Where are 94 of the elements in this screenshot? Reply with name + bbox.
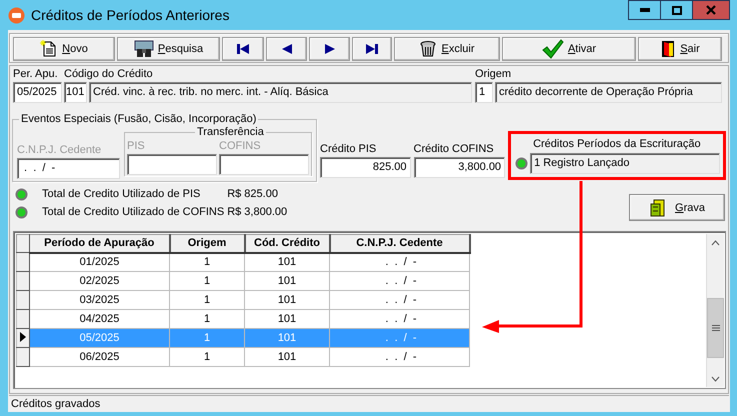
table-row[interactable]: 06/2025 1 101 . . / - [16, 348, 470, 366]
maximize-button[interactable] [660, 0, 693, 20]
row-indicator [16, 348, 30, 366]
status-light-icon [15, 206, 28, 219]
minimize-icon [640, 8, 650, 12]
first-record-icon [236, 42, 250, 56]
current-row-icon [20, 332, 26, 342]
window-title: Créditos de Períodos Anteriores [31, 7, 230, 23]
credit-cofins-field[interactable]: 3,800.00 [414, 157, 506, 178]
scroll-up-icon [711, 240, 720, 246]
credit-code-field[interactable]: 101 [64, 82, 87, 103]
table-cell: 1 [170, 252, 244, 272]
last-button[interactable] [352, 37, 392, 61]
binoculars-icon [134, 40, 154, 58]
save-button[interactable]: Grava [629, 194, 725, 221]
close-icon [706, 5, 716, 15]
field-label: Per. Apu. [13, 68, 59, 81]
row-indicator [16, 290, 30, 310]
previous-record-icon [280, 43, 292, 55]
app-logo-icon [8, 6, 25, 24]
filing-cabinet-icon [649, 198, 668, 216]
scroll-down-icon [711, 376, 720, 382]
total-label: Total de Credito Utilizado de COFINS [42, 206, 224, 219]
scrollbar[interactable] [706, 234, 724, 387]
status-bar: Créditos gravados [9, 395, 729, 412]
credit-description-field: Créd. vinc. à rec. trib. no merc. int. - Alíq. Básica [89, 82, 472, 103]
close-button[interactable] [692, 0, 730, 20]
field-label: Origem [475, 68, 512, 81]
total-label: Total de Credito Utilizado de PIS [42, 188, 202, 201]
table-cell: . . / - [330, 272, 470, 290]
table-cell: 06/2025 [30, 348, 170, 366]
row-indicator [16, 310, 30, 328]
trash-can-icon [419, 40, 438, 58]
minimize-button[interactable] [628, 0, 661, 20]
period-field[interactable]: 05/2025 [13, 82, 62, 103]
table-cell: . . / - [330, 348, 470, 366]
field-label: C.N.P.J. Cedente [17, 144, 102, 157]
field-label: Crédito PIS [320, 143, 378, 156]
status-light-icon [515, 157, 528, 170]
row-indicator [16, 272, 30, 290]
column-header[interactable]: Período de Apuração [30, 234, 170, 252]
new-document-icon [40, 40, 58, 58]
delete-button[interactable]: Excluir [394, 37, 500, 61]
new-button[interactable]: Novo [13, 37, 115, 61]
table-cell: 1 [170, 328, 244, 348]
field-label: Crédito COFINS [414, 143, 495, 156]
table-cell: 1 [170, 290, 244, 310]
next-record-icon [324, 43, 336, 55]
status-light-icon [15, 188, 28, 201]
activate-button[interactable]: Ativar [502, 37, 636, 61]
column-header[interactable]: C.N.P.J. Cedente [330, 234, 470, 252]
last-record-icon [365, 42, 379, 56]
table-cell: 03/2025 [30, 290, 170, 310]
table-cell: . . / - [330, 328, 470, 348]
table-cell: 101 [244, 290, 330, 310]
table-cell: . . / - [330, 290, 470, 310]
total-value: R$ 825.00 [227, 188, 279, 201]
field-label: PIS [127, 140, 146, 153]
total-value: R$ 3,800.00 [227, 206, 288, 219]
field-label: Código do Crédito [64, 68, 154, 81]
first-button[interactable] [222, 37, 264, 61]
door-icon [660, 40, 676, 58]
exit-button[interactable]: Sair [638, 37, 722, 61]
next-button[interactable] [309, 37, 350, 61]
table-cell: 1 [170, 348, 244, 366]
group-title: Eventos Especiais (Fusão, Cisão, Incorporação) [19, 113, 258, 126]
table-row[interactable]: 02/2025 1 101 . . / - [16, 272, 470, 290]
column-header[interactable]: Origem [170, 234, 244, 252]
field-label: Créditos Períodos da Escrituração [532, 138, 702, 151]
table-cell: 101 [244, 252, 330, 272]
cnpj-field: . . / - [17, 158, 120, 179]
origin-code-field[interactable]: 1 [475, 82, 493, 103]
table-cell: . . / - [330, 252, 470, 272]
table-row[interactable]: 01/2025 1 101 . . / - [16, 252, 470, 272]
table-cell: 05/2025 [30, 328, 170, 348]
bookkeeping-field: 1 Registro Lançado [530, 153, 720, 174]
table-cell: 02/2025 [30, 272, 170, 290]
column-header[interactable]: Cód. Crédito [244, 234, 330, 252]
field-label: COFINS [219, 140, 262, 153]
header-corner [16, 234, 30, 252]
grip-icon [712, 325, 720, 331]
credit-pis-field[interactable]: 825.00 [320, 157, 411, 178]
table-row[interactable]: 03/2025 1 101 . . / - [16, 290, 470, 310]
row-indicator [16, 252, 30, 272]
maximize-icon [672, 6, 682, 14]
table-cell: 101 [244, 272, 330, 290]
checkmark-icon [542, 39, 564, 59]
table-cell: 1 [170, 272, 244, 290]
table-cell: 101 [244, 328, 330, 348]
search-button[interactable]: Pesquisa [117, 37, 220, 61]
table-cell: 101 [244, 348, 330, 366]
previous-button[interactable] [266, 37, 307, 61]
origin-description-field: crédito decorrente de Operação Própria [495, 82, 722, 103]
table-cell: 01/2025 [30, 252, 170, 272]
